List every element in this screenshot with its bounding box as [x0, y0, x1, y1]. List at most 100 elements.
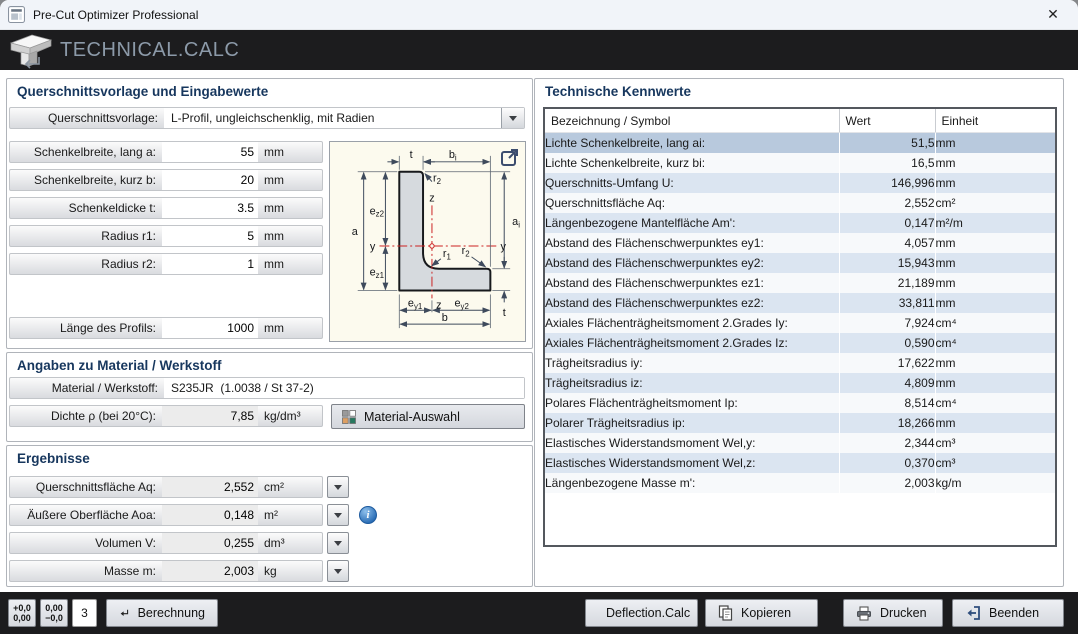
- table-row[interactable]: Längenbezogene Masse m':2,003kg/m: [545, 473, 1055, 493]
- kw-value: 2,003: [839, 473, 935, 493]
- table-row[interactable]: Lichte Schenkelbreite, lang ai:51,5mm: [545, 133, 1055, 154]
- kw-value: 0,370: [839, 453, 935, 473]
- field-label: Radius r2:: [10, 254, 162, 274]
- title-bar: Pre-Cut Optimizer Professional ✕: [0, 0, 1078, 30]
- surface-unit-dropdown[interactable]: [327, 504, 349, 526]
- mass-unit-dropdown[interactable]: [327, 560, 349, 582]
- copy-button[interactable]: Kopieren: [705, 599, 818, 627]
- radius-r2-input[interactable]: [162, 254, 258, 274]
- table-row[interactable]: Axiales Flächenträgheitsmoment 2.Grades …: [545, 333, 1055, 353]
- result-row-volume: Volumen V: dm³: [9, 532, 323, 554]
- dim-label-a: a: [352, 226, 359, 238]
- increase-decimals-button[interactable]: +0,0 0,00: [8, 599, 36, 627]
- unit-label: mm: [258, 142, 322, 162]
- kw-unit: cm³: [935, 433, 1055, 453]
- footer-bar: +0,0 0,00 0,00 −0,0 3 Berechnung F Defle…: [0, 592, 1078, 634]
- kw-value: 7,924: [839, 313, 935, 333]
- table-row[interactable]: Abstand des Flächenschwerpunktes ey1:4,0…: [545, 233, 1055, 253]
- table-row[interactable]: Elastisches Widerstandsmoment Wel,z:0,37…: [545, 453, 1055, 473]
- info-icon[interactable]: i: [359, 506, 377, 524]
- field-row-leg-a: Schenkelbreite, lang a: mm: [9, 141, 323, 163]
- open-external-icon[interactable]: [500, 147, 520, 167]
- header-wert[interactable]: Wert: [839, 109, 935, 133]
- field-row-thickness: Schenkeldicke t: mm: [9, 197, 323, 219]
- table-row[interactable]: Längenbezogene Mantelfläche Am':0,147m²/…: [545, 213, 1055, 233]
- template-value[interactable]: L-Profil, ungleichschenklig, mit Radien: [164, 108, 501, 128]
- template-dropdown-button[interactable]: [501, 108, 524, 128]
- table-row[interactable]: Trägheitsradius iy:17,622mm: [545, 353, 1055, 373]
- axis-label-y-right: y: [501, 241, 507, 253]
- kw-name: Längenbezogene Masse m':: [545, 473, 839, 493]
- profile-length-input[interactable]: [162, 318, 258, 338]
- kw-unit: mm: [935, 373, 1055, 393]
- close-button[interactable]: ✕: [1036, 1, 1070, 29]
- leg-a-input[interactable]: [162, 142, 258, 162]
- unit-label: mm: [258, 226, 322, 246]
- unit-label: m²: [258, 505, 322, 525]
- copy-icon: [718, 605, 733, 621]
- table-row[interactable]: Elastisches Widerstandsmoment Wel,y:2,34…: [545, 433, 1055, 453]
- table-row[interactable]: Abstand des Flächenschwerpunktes ez2:33,…: [545, 293, 1055, 313]
- kw-value: 18,266: [839, 413, 935, 433]
- field-row-radius-r1: Radius r1: mm: [9, 225, 323, 247]
- kw-unit: mm: [935, 173, 1055, 193]
- kw-unit: cm³: [935, 453, 1055, 473]
- kw-name: Polares Flächenträgheitsmoment Ip:: [545, 393, 839, 413]
- header-einheit[interactable]: Einheit: [935, 109, 1055, 133]
- dim-label-r2-top: r2: [433, 173, 441, 186]
- radius-r1-input[interactable]: [162, 226, 258, 246]
- app-window: Pre-Cut Optimizer Professional ✕ TECHNIC…: [0, 0, 1078, 634]
- calculate-button[interactable]: Berechnung: [106, 599, 218, 627]
- volume-unit-dropdown[interactable]: [327, 532, 349, 554]
- table-row[interactable]: Polares Flächenträgheitsmoment Ip:8,514c…: [545, 393, 1055, 413]
- dim-label-bi: bi: [449, 149, 457, 162]
- material-row: Material / Werkstoff: S235JR (1.0038 / S…: [9, 377, 525, 399]
- material-section-title: Angaben zu Material / Werkstoff: [17, 358, 222, 373]
- header-bezeichnung[interactable]: Bezeichnung / Symbol: [545, 109, 839, 133]
- axis-label-z-top: z: [429, 192, 434, 204]
- table-row[interactable]: Abstand des Flächenschwerpunktes ez1:21,…: [545, 273, 1055, 293]
- unit-label: mm: [258, 254, 322, 274]
- table-row[interactable]: Axiales Flächenträgheitsmoment 2.Grades …: [545, 313, 1055, 333]
- unit-label: dm³: [258, 533, 322, 553]
- kw-name: Axiales Flächenträgheitsmoment 2.Grades …: [545, 313, 839, 333]
- area-unit-dropdown[interactable]: [327, 476, 349, 498]
- table-row[interactable]: Querschnittsfläche Aq:2,552cm²: [545, 193, 1055, 213]
- density-row: Dichte ρ (bei 20°C): kg/dm³: [9, 405, 323, 427]
- kw-name: Lichte Schenkelbreite, lang ai:: [545, 133, 839, 154]
- kw-value: 4,809: [839, 373, 935, 393]
- kw-unit: cm²: [935, 193, 1055, 213]
- table-row[interactable]: Abstand des Flächenschwerpunktes ey2:15,…: [545, 253, 1055, 273]
- print-button[interactable]: Drucken: [843, 599, 943, 627]
- dim-label-ez1: ez1: [370, 267, 385, 280]
- decrease-decimals-button[interactable]: 0,00 −0,0: [40, 599, 68, 627]
- table-row[interactable]: Trägheitsradius iz:4,809mm: [545, 373, 1055, 393]
- thickness-input[interactable]: [162, 198, 258, 218]
- result-row-mass: Masse m: kg: [9, 560, 323, 582]
- kw-unit: mm: [935, 293, 1055, 313]
- window-title: Pre-Cut Optimizer Professional: [33, 8, 198, 22]
- return-arrow-icon: [119, 606, 130, 620]
- chevron-down-icon: [334, 513, 342, 518]
- kw-name: Polarer Trägheitsradius ip:: [545, 413, 839, 433]
- material-value: S235JR (1.0038 / St 37-2): [164, 378, 524, 398]
- kw-value: 16,5: [839, 153, 935, 173]
- copy-label: Kopieren: [741, 606, 791, 620]
- leg-b-input[interactable]: [162, 170, 258, 190]
- table-row[interactable]: Lichte Schenkelbreite, kurz bi:16,5mm: [545, 153, 1055, 173]
- exit-button[interactable]: Beenden: [952, 599, 1064, 627]
- kw-value: 2,344: [839, 433, 935, 453]
- kw-unit: mm: [935, 253, 1055, 273]
- table-row[interactable]: Polarer Trägheitsradius ip:18,266mm: [545, 413, 1055, 433]
- table-row[interactable]: Querschnitts-Umfang U:146,996mm: [545, 173, 1055, 193]
- kw-name: Trägheitsradius iy:: [545, 353, 839, 373]
- material-select-button[interactable]: Material-Auswahl: [331, 404, 525, 429]
- kw-unit: mm: [935, 153, 1055, 173]
- kw-unit: kg/m: [935, 473, 1055, 493]
- results-groupbox: Ergebnisse Querschnittsfläche Aq: cm² Äu…: [6, 445, 533, 587]
- kw-value: 51,5: [839, 133, 935, 154]
- kw-value: 0,590: [839, 333, 935, 353]
- deflection-calc-button[interactable]: F Deflection.Calc: [585, 599, 698, 627]
- template-combobox[interactable]: Querschnittsvorlage: L-Profil, ungleichs…: [9, 107, 525, 129]
- kw-name: Längenbezogene Mantelfläche Am':: [545, 213, 839, 233]
